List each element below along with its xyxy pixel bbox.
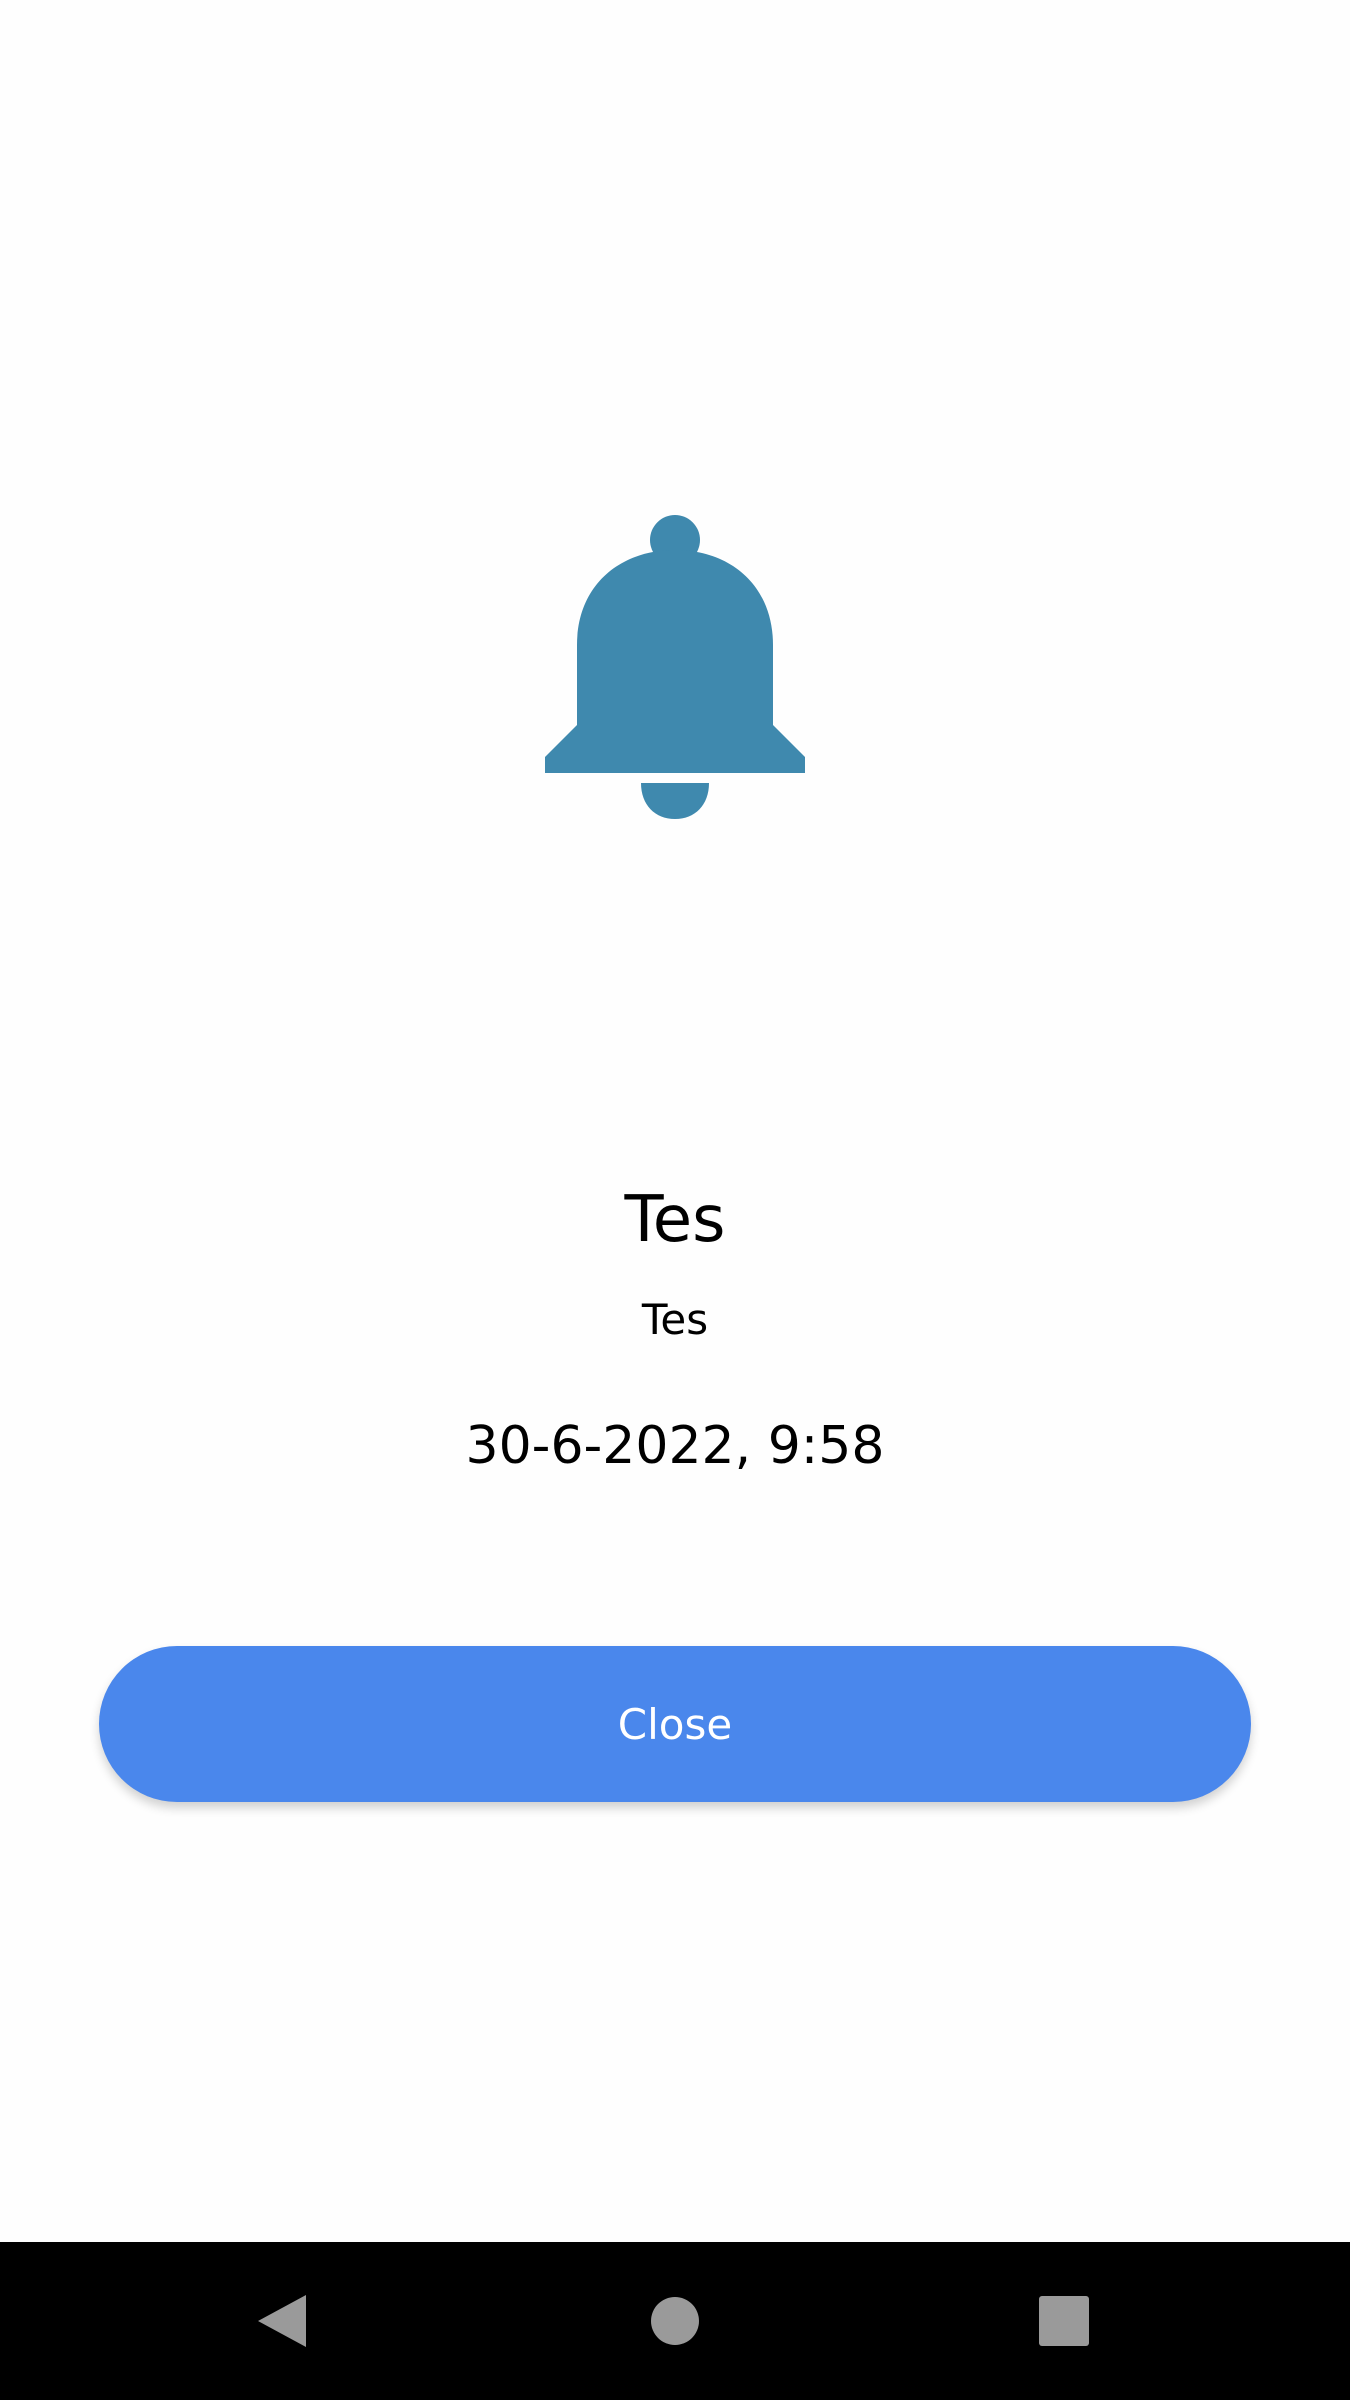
notification-title: Tes [624,1183,726,1257]
notification-datetime: 30-6-2022, 9:58 [465,1416,885,1476]
notification-screen: Tes Tes 30-6-2022, 9:58 Close [0,0,1350,2400]
system-navigation-bar [0,2242,1350,2400]
home-button[interactable] [615,2242,735,2400]
close-button[interactable]: Close [99,1646,1251,1802]
home-circle-icon [651,2297,699,2345]
recents-square-icon [1039,2296,1089,2346]
back-button[interactable] [222,2242,342,2400]
notification-message: Tes [641,1295,709,1344]
back-triangle-icon [258,2295,306,2347]
recents-button[interactable] [1004,2242,1124,2400]
bell-icon [545,515,805,820]
